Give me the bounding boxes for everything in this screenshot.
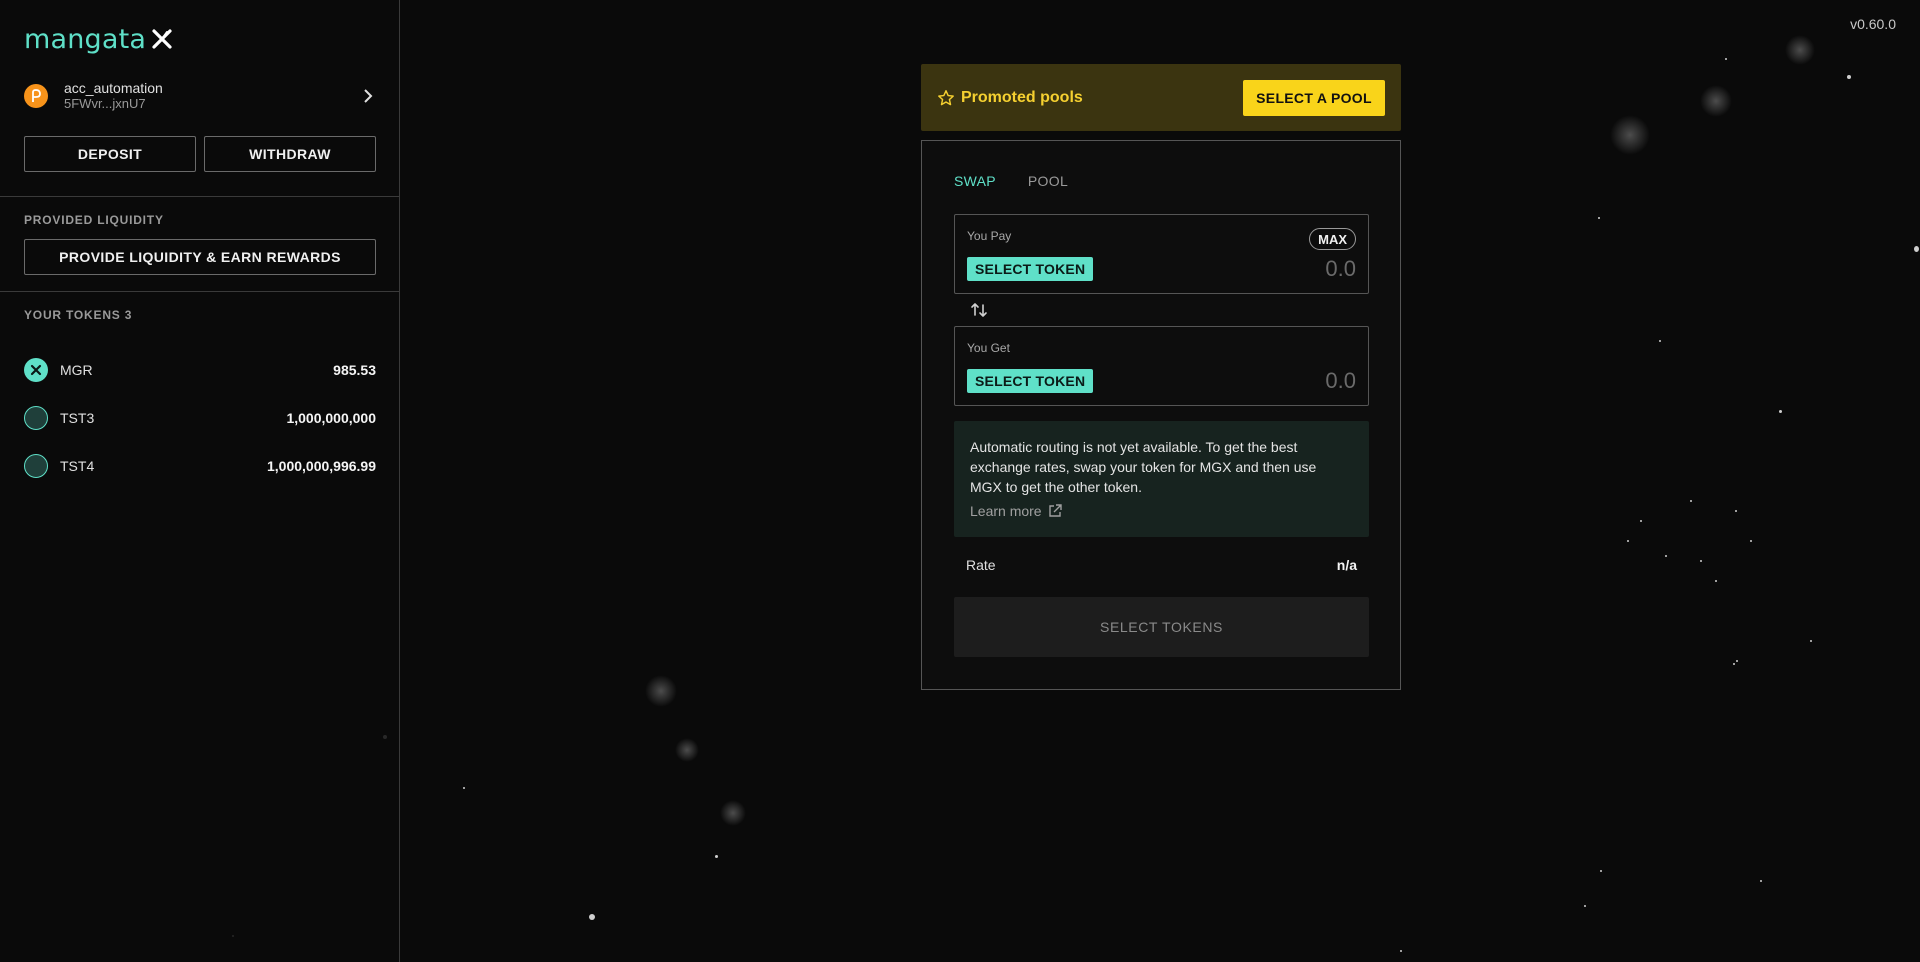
rate-label: Rate xyxy=(966,557,996,573)
token-symbol: TST4 xyxy=(60,458,95,474)
rate-row: Rate n/a xyxy=(966,557,1357,573)
pay-amount-input[interactable] xyxy=(1176,255,1356,283)
token-row-tst4[interactable]: TST4 1,000,000,996.99 xyxy=(24,452,376,480)
star-icon xyxy=(938,89,954,105)
deposit-button[interactable]: DEPOSIT xyxy=(24,136,196,172)
swap-direction-icon[interactable] xyxy=(970,301,988,319)
token-symbol: TST3 xyxy=(60,410,95,426)
your-tokens-label: YOUR TOKENS 3 xyxy=(24,308,133,322)
learn-more-link[interactable]: Learn more xyxy=(970,503,1353,519)
sidebar: mangata acc_automation 5FWvr...jxnU7 DEP… xyxy=(0,0,400,962)
mangata-token-icon xyxy=(24,358,48,382)
external-link-icon xyxy=(1048,504,1062,517)
logo-text: mangata xyxy=(24,23,147,55)
learn-more-label: Learn more xyxy=(970,503,1042,519)
account-selector[interactable]: acc_automation 5FWvr...jxnU7 xyxy=(24,81,376,111)
you-get-field: You Get SELECT TOKEN xyxy=(954,326,1369,406)
promoted-pools-title: Promoted pools xyxy=(961,88,1083,106)
chevron-right-icon[interactable] xyxy=(360,88,376,104)
divider xyxy=(0,291,400,292)
app-version: v0.60.0 xyxy=(1850,16,1896,32)
swap-card: SWAP POOL You Pay MAX SELECT TOKEN You G… xyxy=(921,140,1401,690)
provide-liquidity-button[interactable]: PROVIDE LIQUIDITY & EARN REWARDS xyxy=(24,239,376,275)
token-balance: 1,000,000,000 xyxy=(286,410,376,426)
promoted-pools-banner: Promoted pools SELECT A POOL xyxy=(921,64,1401,131)
token-row-mgr[interactable]: MGR 985.53 xyxy=(24,356,376,384)
rate-value: n/a xyxy=(1336,557,1357,573)
get-amount-input[interactable] xyxy=(1176,367,1356,395)
mangata-logo[interactable]: mangata xyxy=(24,22,174,56)
token-row-tst3[interactable]: TST3 1,000,000,000 xyxy=(24,404,376,432)
select-get-token-button[interactable]: SELECT TOKEN xyxy=(967,369,1094,393)
token-balance: 985.53 xyxy=(333,362,376,378)
swap-tabs: SWAP POOL xyxy=(954,173,1068,189)
token-symbol: MGR xyxy=(60,362,93,378)
select-tokens-submit-button[interactable]: SELECT TOKENS xyxy=(954,597,1369,657)
select-pool-button[interactable]: SELECT A POOL xyxy=(1243,79,1385,116)
account-name: acc_automation xyxy=(64,80,163,96)
provided-liquidity-label: PROVIDED LIQUIDITY xyxy=(24,213,164,227)
you-pay-label: You Pay xyxy=(967,229,1012,243)
divider xyxy=(0,196,400,197)
select-pay-token-button[interactable]: SELECT TOKEN xyxy=(967,257,1094,281)
you-get-label: You Get xyxy=(967,341,1010,355)
generic-token-icon xyxy=(24,406,48,430)
max-button[interactable]: MAX xyxy=(1309,228,1356,250)
token-balance: 1,000,000,996.99 xyxy=(267,458,376,474)
tab-swap[interactable]: SWAP xyxy=(954,173,996,189)
account-address: 5FWvr...jxnU7 xyxy=(64,96,146,111)
polkadot-icon xyxy=(24,84,48,108)
mangata-x-icon xyxy=(152,29,172,49)
routing-info-text: Automatic routing is not yet available. … xyxy=(970,439,1317,495)
withdraw-button[interactable]: WITHDRAW xyxy=(204,136,376,172)
you-pay-field: You Pay MAX SELECT TOKEN xyxy=(954,214,1369,294)
routing-info-box: Automatic routing is not yet available. … xyxy=(954,421,1369,537)
generic-token-icon xyxy=(24,454,48,478)
tab-pool[interactable]: POOL xyxy=(1028,173,1068,189)
